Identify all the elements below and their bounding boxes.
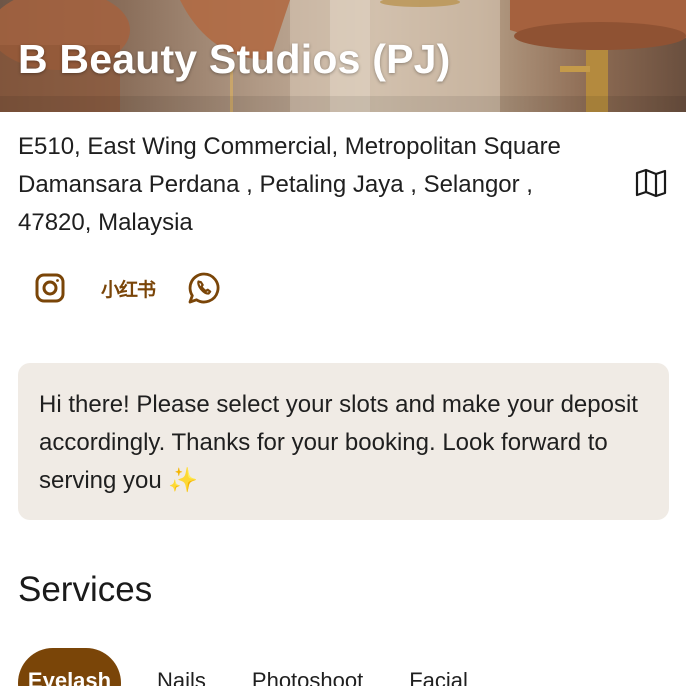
- notice-card: Hi there! Please select your slots and m…: [18, 363, 669, 520]
- tab-facial[interactable]: Facial: [409, 648, 468, 686]
- instagram-icon: [35, 273, 65, 303]
- instagram-link[interactable]: [30, 268, 70, 308]
- business-name: B Beauty Studios (PJ): [18, 36, 451, 82]
- tab-photoshoot[interactable]: Photoshoot: [252, 648, 363, 686]
- tab-label: Eyelash: [27, 668, 112, 686]
- tab-label: Nails: [157, 668, 206, 686]
- map-icon: [635, 168, 667, 198]
- services-heading: Services: [18, 570, 153, 609]
- booking-page: B Beauty Studios (PJ) E510, East Wing Co…: [0, 0, 686, 686]
- tab-label: Facial: [409, 668, 468, 686]
- tab-label: Photoshoot: [251, 668, 364, 686]
- xiaohongshu-label: 小红书: [100, 278, 156, 301]
- whatsapp-link[interactable]: [184, 268, 224, 308]
- hero-banner: B Beauty Studios (PJ): [0, 0, 686, 112]
- address-section: E510, East Wing Commercial, Metropolitan…: [18, 128, 668, 242]
- map-button[interactable]: [634, 166, 668, 200]
- whatsapp-icon: [188, 272, 220, 304]
- business-address: E510, East Wing Commercial, Metropolitan…: [18, 128, 618, 242]
- social-links: 小红书: [30, 268, 224, 308]
- service-tabs: Eyelash Nails Photoshoot Facial: [18, 648, 468, 686]
- notice-message: Hi there! Please select your slots and m…: [39, 391, 638, 494]
- tab-eyelash[interactable]: Eyelash: [18, 648, 121, 686]
- xiaohongshu-link[interactable]: 小红书: [98, 268, 158, 308]
- address-line-2: Damansara Perdana , Petaling Jaya , Sela…: [18, 171, 533, 198]
- tab-nails[interactable]: Nails: [157, 648, 206, 686]
- address-line-3: 47820, Malaysia: [18, 209, 193, 236]
- address-line-1: E510, East Wing Commercial, Metropolitan…: [18, 133, 561, 160]
